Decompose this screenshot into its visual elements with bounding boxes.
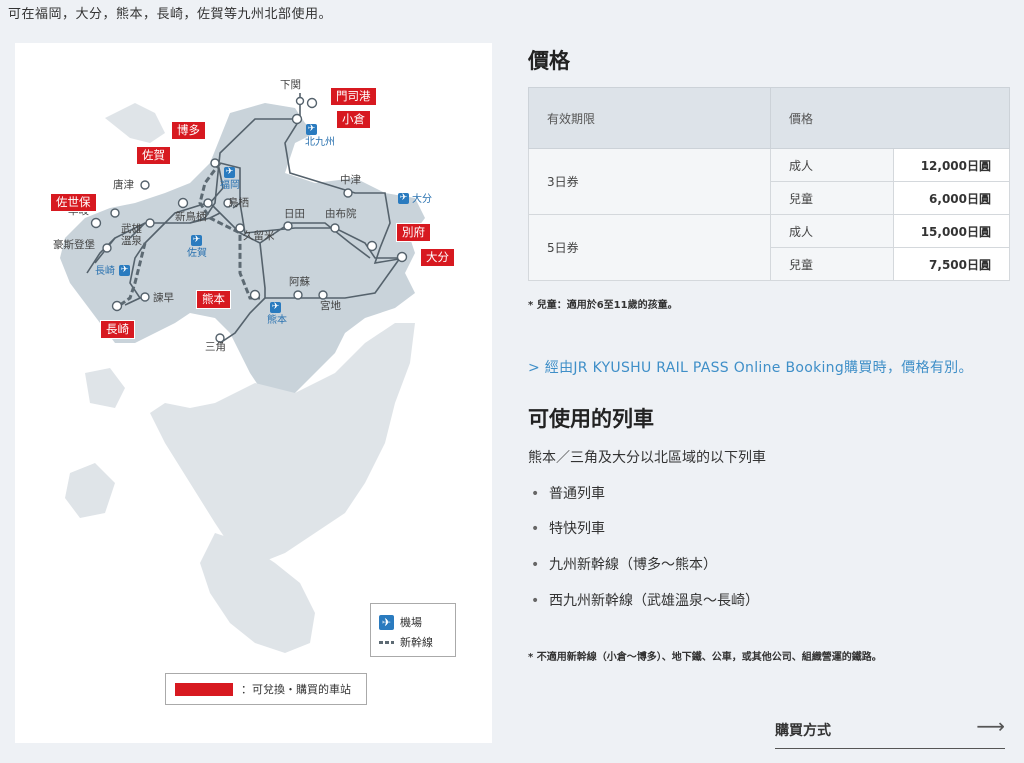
intro-text: 可在福岡，大分，熊本，長崎，佐賀等九州北部使用。 bbox=[8, 7, 333, 22]
train-label: 西九州新幹線（武雄溫泉～長崎） bbox=[549, 593, 759, 609]
station-label: 鳥栖 bbox=[228, 197, 249, 209]
map-legend: ✈ 機場 新幹線 bbox=[370, 603, 456, 657]
station-label: 宮地 bbox=[320, 300, 341, 312]
table-row: 5日券 成人 15,000日圓 bbox=[528, 214, 1010, 281]
red-swatch bbox=[175, 683, 233, 696]
airport-label: 福岡 bbox=[220, 180, 240, 191]
col-period: 有效期限 bbox=[528, 87, 771, 149]
age-cell: 成人 bbox=[770, 148, 894, 182]
purchase-method-label: 購買方式 bbox=[775, 723, 831, 739]
price-table-header: 有效期限 價格 bbox=[528, 87, 1010, 149]
station-label: 由布院 bbox=[325, 208, 357, 220]
bullet-icon: • bbox=[531, 557, 540, 573]
price-heading: 價格 bbox=[528, 49, 570, 73]
airport-icon: ✈ bbox=[306, 124, 317, 135]
station-label: 下関 bbox=[280, 79, 301, 91]
airport-icon: ✈ bbox=[398, 193, 409, 204]
exclusion-note: * 不適用新幹線（小倉～博多）、地下鐵、公車，或其他公司、組織營運的鐵路。 bbox=[528, 652, 882, 663]
amount-cell: 6,000日圓 bbox=[893, 181, 1010, 215]
airport-label: 熊本 bbox=[267, 315, 287, 326]
train-label: 九州新幹線（博多～熊本） bbox=[549, 557, 717, 573]
amount-cell: 12,000日圓 bbox=[893, 148, 1010, 182]
airport-icon: ✈ bbox=[119, 265, 130, 276]
airport-label: 長崎 bbox=[95, 266, 115, 277]
list-item: • 普通列車 bbox=[531, 483, 605, 503]
red-station-tag: 小倉 bbox=[336, 110, 371, 129]
red-station-tag: 佐世保 bbox=[50, 193, 97, 212]
station-label: 豪斯登堡 bbox=[53, 239, 95, 251]
price-table: 有效期限 價格 3日券 成人 12,000日圓 兒童 6,000日圓 5日券 成… bbox=[528, 87, 1010, 281]
legend-airport-label: 機場 bbox=[400, 616, 422, 629]
amount-cell: 7,500日圓 bbox=[893, 247, 1010, 281]
train-label: 普通列車 bbox=[549, 486, 605, 502]
station-label: 諫早 bbox=[153, 292, 174, 304]
train-label: 特快列車 bbox=[549, 521, 605, 537]
station-label: 久留米 bbox=[243, 230, 275, 242]
red-station-tag: 門司港 bbox=[330, 87, 377, 106]
red-station-legend-label: ：可兌換・購買的車站 bbox=[241, 683, 351, 696]
red-station-tag: 大分 bbox=[420, 248, 455, 267]
station-label: 日田 bbox=[284, 208, 305, 220]
airport-label: 大分 bbox=[412, 194, 432, 205]
airport-label: 佐賀 bbox=[187, 248, 207, 259]
shinkansen-line-icon bbox=[379, 640, 394, 644]
period-cell: 3日券 bbox=[528, 148, 771, 215]
col-price: 價格 bbox=[770, 87, 1010, 149]
rail-map: 下関 唐津 早岐 武雄溫泉 豪斯登堡 新鳥栖 鳥栖 久留米 日田 由布院 中津 … bbox=[15, 43, 492, 743]
age-cell: 兒童 bbox=[770, 181, 894, 215]
age-cell: 成人 bbox=[770, 214, 894, 248]
red-station-tag: 長崎 bbox=[100, 320, 135, 339]
station-label: 中津 bbox=[340, 174, 361, 186]
trains-description: 熊本／三角及大分以北區域的以下列車 bbox=[528, 450, 766, 466]
period-cell: 5日券 bbox=[528, 214, 771, 281]
amount-cell: 15,000日圓 bbox=[893, 214, 1010, 248]
online-booking-link[interactable]: > 經由JR KYUSHU RAIL PASS Online Booking購買… bbox=[528, 357, 973, 377]
station-label: 三角 bbox=[205, 341, 226, 353]
bullet-icon: • bbox=[531, 593, 540, 609]
airport-icon: ✈ bbox=[379, 614, 394, 630]
list-item: • 西九州新幹線（武雄溫泉～長崎） bbox=[531, 590, 759, 610]
station-label: 武雄溫泉 bbox=[121, 223, 142, 247]
bullet-icon: • bbox=[531, 521, 540, 537]
age-cell: 兒童 bbox=[770, 247, 894, 281]
station-label: 新鳥栖 bbox=[175, 211, 207, 223]
airport-label: 北九州 bbox=[305, 137, 335, 148]
airport-icon: ✈ bbox=[191, 235, 202, 246]
red-station-tag: 熊本 bbox=[196, 290, 231, 309]
bullet-icon: • bbox=[531, 486, 540, 502]
list-item: • 特快列車 bbox=[531, 518, 605, 538]
trains-heading: 可使用的列車 bbox=[528, 407, 654, 431]
station-label: 阿蘇 bbox=[289, 276, 310, 288]
arrow-right-icon: ⟶ bbox=[976, 714, 1005, 738]
red-station-legend: ：可兌換・購買的車站 bbox=[165, 673, 367, 705]
purchase-method-link[interactable]: 購買方式 ⟶ bbox=[775, 712, 1005, 749]
legend-shinkansen-label: 新幹線 bbox=[400, 636, 433, 649]
red-station-tag: 佐賀 bbox=[136, 146, 171, 165]
table-row: 3日券 成人 12,000日圓 bbox=[528, 148, 1010, 215]
red-station-tag: 博多 bbox=[171, 121, 206, 140]
red-station-tag: 別府 bbox=[396, 223, 431, 242]
airport-icon: ✈ bbox=[270, 302, 281, 313]
airport-icon: ✈ bbox=[224, 167, 235, 178]
list-item: • 九州新幹線（博多～熊本） bbox=[531, 554, 717, 574]
legend-shinkansen: 新幹線 bbox=[379, 634, 433, 650]
legend-airport: ✈ 機場 bbox=[379, 614, 422, 630]
station-label: 唐津 bbox=[113, 179, 134, 191]
child-note: * 兒童：適用於6至11歲的孩童。 bbox=[528, 300, 678, 311]
